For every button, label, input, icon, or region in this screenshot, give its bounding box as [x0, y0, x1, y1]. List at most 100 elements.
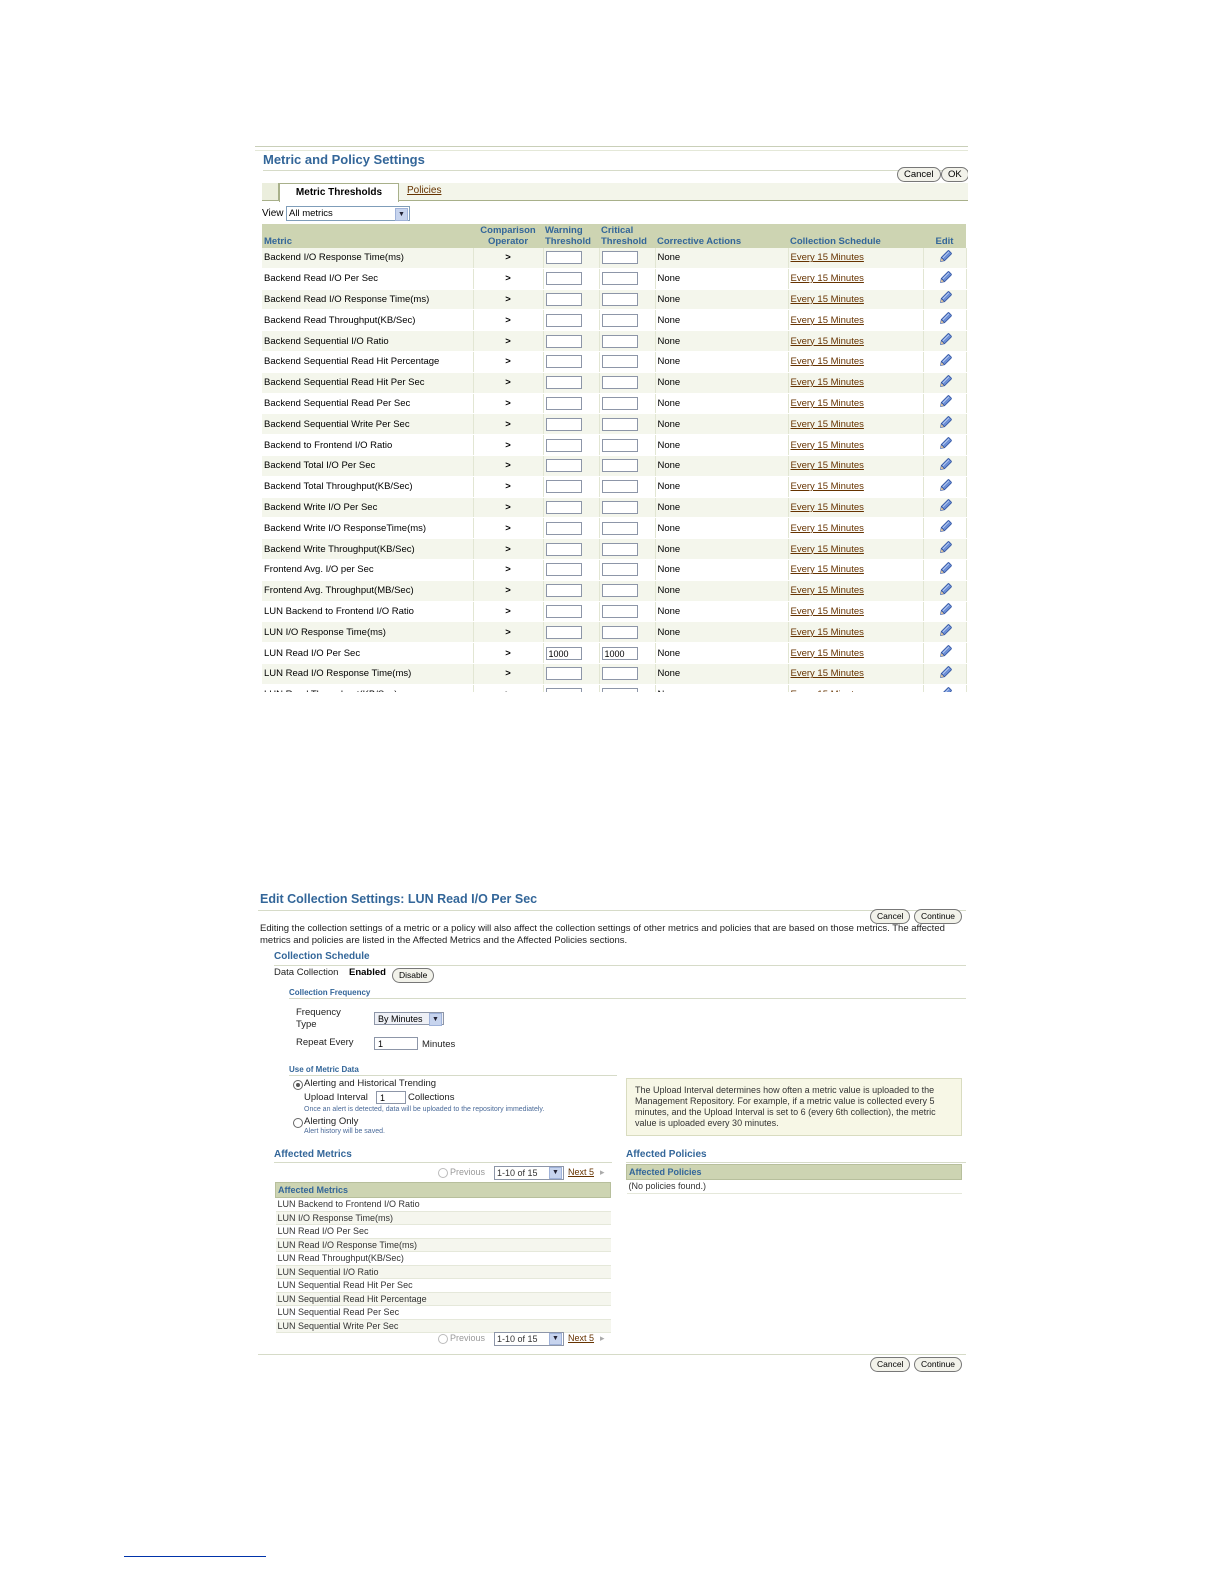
- tab-metric-thresholds[interactable]: Metric Thresholds: [279, 183, 399, 202]
- edit-pencil-icon[interactable]: [938, 561, 952, 575]
- warning-threshold-input[interactable]: [545, 251, 582, 265]
- warning-threshold-input[interactable]: [545, 272, 582, 286]
- edit-pencil-icon[interactable]: [938, 498, 952, 512]
- edit-pencil-icon[interactable]: [938, 415, 952, 429]
- disable-button[interactable]: Disable: [392, 968, 435, 983]
- tab-policies[interactable]: Policies: [407, 185, 441, 196]
- warning-threshold-input[interactable]: [545, 376, 582, 390]
- repeat-every-input[interactable]: 1: [374, 1037, 418, 1050]
- next-link[interactable]: Next 5: [568, 1333, 594, 1343]
- collection-schedule-link[interactable]: Every 15 Minutes: [791, 564, 864, 575]
- chevron-down-icon[interactable]: ▼: [549, 1167, 562, 1179]
- continue-button-top[interactable]: Continue: [914, 909, 963, 924]
- chevron-down-icon[interactable]: ▼: [395, 208, 408, 221]
- warning-threshold-input[interactable]: [545, 459, 582, 473]
- warning-threshold-input[interactable]: [545, 625, 582, 639]
- column-header-affected-metrics[interactable]: Affected Metrics: [275, 1182, 611, 1198]
- warning-threshold-input[interactable]: [545, 313, 582, 327]
- warning-threshold-input[interactable]: [545, 688, 582, 692]
- collection-schedule-link[interactable]: Every 15 Minutes: [791, 481, 864, 492]
- critical-threshold-input[interactable]: [601, 376, 638, 390]
- collection-schedule-link[interactable]: Every 15 Minutes: [791, 315, 864, 326]
- edit-pencil-icon[interactable]: [938, 290, 952, 304]
- warning-threshold-input[interactable]: 1000: [545, 646, 582, 660]
- edit-pencil-icon[interactable]: [938, 394, 952, 408]
- collection-schedule-link[interactable]: Every 15 Minutes: [791, 273, 864, 284]
- edit-pencil-icon[interactable]: [938, 311, 952, 325]
- critical-threshold-input[interactable]: [601, 438, 638, 452]
- radio-alerting-historical[interactable]: [293, 1080, 303, 1090]
- edit-pencil-icon[interactable]: [938, 332, 952, 346]
- collection-schedule-link[interactable]: Every 15 Minutes: [791, 419, 864, 430]
- critical-threshold-input[interactable]: [601, 480, 638, 494]
- critical-threshold-input[interactable]: [601, 500, 638, 514]
- edit-pencil-icon[interactable]: [938, 540, 952, 554]
- warning-threshold-input[interactable]: [545, 563, 582, 577]
- collection-schedule-link[interactable]: Every 15 Minutes: [791, 606, 864, 617]
- edit-pencil-icon[interactable]: [938, 686, 952, 692]
- critical-threshold-input[interactable]: [601, 625, 638, 639]
- ok-button[interactable]: OK: [941, 167, 968, 182]
- edit-pencil-icon[interactable]: [938, 582, 952, 596]
- chevron-down-icon[interactable]: ▼: [549, 1333, 562, 1345]
- critical-threshold-input[interactable]: [601, 251, 638, 265]
- critical-threshold-input[interactable]: [601, 604, 638, 618]
- collection-schedule-link[interactable]: Every 15 Minutes: [791, 398, 864, 409]
- view-select[interactable]: All metrics ▼: [286, 206, 410, 221]
- critical-threshold-input[interactable]: [601, 272, 638, 286]
- warning-threshold-input[interactable]: [545, 500, 582, 514]
- chevron-down-icon[interactable]: ▼: [429, 1013, 442, 1026]
- cancel-button[interactable]: Cancel: [897, 167, 941, 182]
- edit-pencil-icon[interactable]: [938, 353, 952, 367]
- edit-pencil-icon[interactable]: [938, 436, 952, 450]
- collection-schedule-link[interactable]: Every 15 Minutes: [791, 377, 864, 388]
- warning-threshold-input[interactable]: [545, 604, 582, 618]
- edit-pencil-icon[interactable]: [938, 270, 952, 284]
- warning-threshold-input[interactable]: [545, 396, 582, 410]
- cancel-button-bottom[interactable]: Cancel: [870, 1357, 911, 1372]
- critical-threshold-input[interactable]: [601, 542, 638, 556]
- collection-schedule-link[interactable]: Every 15 Minutes: [791, 627, 864, 638]
- collection-schedule-link[interactable]: Every 15 Minutes: [791, 460, 864, 471]
- edit-pencil-icon[interactable]: [938, 457, 952, 471]
- collection-schedule-link[interactable]: Every 15 Minutes: [791, 336, 864, 347]
- collection-schedule-link[interactable]: Every 15 Minutes: [791, 502, 864, 513]
- critical-threshold-input[interactable]: [601, 563, 638, 577]
- collection-schedule-link[interactable]: Every 15 Minutes: [791, 356, 864, 367]
- warning-threshold-input[interactable]: [545, 480, 582, 494]
- collection-schedule-link[interactable]: Every 15 Minutes: [791, 668, 864, 679]
- column-header-metric[interactable]: Metric: [262, 224, 473, 248]
- warning-threshold-input[interactable]: [545, 417, 582, 431]
- radio-alerting-only[interactable]: [293, 1118, 303, 1128]
- continue-button-bottom[interactable]: Continue: [914, 1357, 963, 1372]
- collection-schedule-link[interactable]: Every 15 Minutes: [791, 523, 864, 534]
- collection-schedule-link[interactable]: Every 15 Minutes: [791, 294, 864, 305]
- cancel-button-top[interactable]: Cancel: [870, 909, 911, 924]
- collection-schedule-link[interactable]: Every 15 Minutes: [791, 252, 864, 263]
- critical-threshold-input[interactable]: [601, 417, 638, 431]
- critical-threshold-input[interactable]: [601, 292, 638, 306]
- critical-threshold-input[interactable]: 1000: [601, 646, 638, 660]
- next-arrow-icon[interactable]: ▸: [600, 1333, 605, 1344]
- warning-threshold-input[interactable]: [545, 584, 582, 598]
- collection-schedule-link[interactable]: Every 15 Minutes: [791, 689, 864, 692]
- collection-schedule-link[interactable]: Every 15 Minutes: [791, 648, 864, 659]
- warning-threshold-input[interactable]: [545, 355, 582, 369]
- edit-pencil-icon[interactable]: [938, 374, 952, 388]
- next-arrow-icon[interactable]: ▸: [600, 1167, 605, 1178]
- critical-threshold-input[interactable]: [601, 521, 638, 535]
- critical-threshold-input[interactable]: [601, 667, 638, 681]
- warning-threshold-input[interactable]: [545, 292, 582, 306]
- critical-threshold-input[interactable]: [601, 459, 638, 473]
- edit-pencil-icon[interactable]: [938, 665, 952, 679]
- critical-threshold-input[interactable]: [601, 584, 638, 598]
- critical-threshold-input[interactable]: [601, 396, 638, 410]
- edit-pencil-icon[interactable]: [938, 478, 952, 492]
- critical-threshold-input[interactable]: [601, 334, 638, 348]
- next-link[interactable]: Next 5: [568, 1167, 594, 1177]
- warning-threshold-input[interactable]: [545, 667, 582, 681]
- edit-pencil-icon[interactable]: [938, 623, 952, 637]
- warning-threshold-input[interactable]: [545, 438, 582, 452]
- edit-pencil-icon[interactable]: [938, 644, 952, 658]
- critical-threshold-input[interactable]: [601, 313, 638, 327]
